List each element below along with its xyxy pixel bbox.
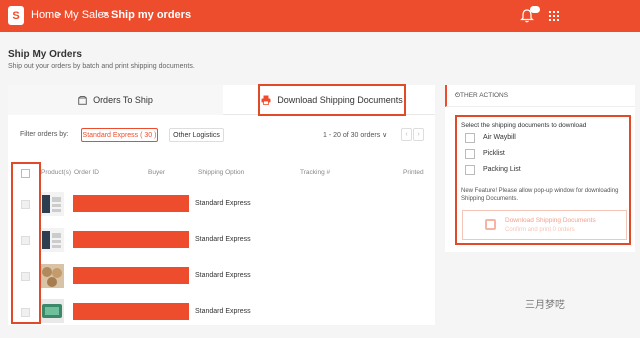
product-thumbnail [40,299,64,323]
redacted-order-info [73,267,189,284]
breadcrumb-separator: > [55,9,62,21]
filter-standard-express[interactable]: Standard Express ( 30 ) [81,128,158,142]
popup-notice: New Feature! Please allow pop-up window … [461,188,619,202]
redacted-order-info [73,231,189,248]
tab-label: Orders To Ship [93,95,153,105]
product-thumbnail [40,264,64,288]
filter-other-logistics[interactable]: Other Logistics [169,128,224,142]
printer-icon [485,219,496,230]
packing-list-label: Packing List [483,166,521,173]
filter-label: Filter orders by: [20,131,69,138]
tab-orders-to-ship[interactable]: Orders To Ship [8,85,223,115]
picklist-label: Picklist [483,150,505,157]
column-header: Tracking # [300,169,331,176]
column-header: Product(s) [41,169,71,176]
shipping-option: Standard Express [195,308,251,315]
page-title: Ship My Orders [8,49,82,60]
shipping-option: Standard Express [195,236,251,243]
breadcrumb-separator: > [102,9,109,21]
tab-download-shipping-documents[interactable]: Download Shipping Documents [258,84,406,116]
shopee-logo-icon[interactable]: S [8,6,24,25]
other-actions-title: OTHER ACTIONS [455,92,509,99]
watermark: 三月梦呓 [525,300,565,311]
redacted-order-info [73,303,189,320]
checkbox-column-highlight [11,162,41,324]
shipping-documents-box: Select the shipping documents to downloa… [455,115,631,245]
picklist-checkbox[interactable] [465,149,475,159]
apps-grid-icon[interactable] [549,11,559,21]
air-waybill-checkbox[interactable] [465,133,475,143]
column-header: Shipping Option [198,169,245,176]
notification-badge [530,6,540,13]
other-actions-panel: OTHER ACTIONS ^ Select the shipping docu… [445,85,635,252]
next-page-button[interactable]: › [413,128,424,141]
printer-icon [261,95,271,105]
page-subtitle: Ship out your orders by batch and print … [8,63,195,70]
documents-description: Select the shipping documents to downloa… [461,122,587,129]
air-waybill-label: Air Waybill [483,134,516,141]
column-header: Buyer [148,169,165,176]
breadcrumb-current: Ship my orders [111,9,192,21]
orders-card: Orders To Ship Download Shipping Documen… [8,84,435,325]
tab-label: Download Shipping Documents [277,95,403,105]
product-thumbnail [40,192,64,216]
column-header: Order ID [74,169,99,176]
chevron-up-icon: ^ [455,92,459,99]
product-thumbnail [40,228,64,252]
other-actions-header[interactable]: OTHER ACTIONS ^ [445,85,635,107]
top-bar: S Home > My Sales > Ship my orders [0,0,640,32]
table-header: Product(s) Order ID Buyer Shipping Optio… [8,165,435,183]
chevron-down-icon: ∨ [382,132,388,139]
download-shipping-documents-button[interactable]: Download Shipping Documents Confirm and … [462,210,627,240]
tabs: Orders To Ship Download Shipping Documen… [8,84,435,116]
packing-list-checkbox[interactable] [465,165,475,175]
prev-page-button[interactable]: ‹ [401,128,412,141]
download-button-label: Download Shipping Documents [505,217,596,224]
box-icon [78,95,87,105]
shipping-option: Standard Express [195,200,251,207]
column-header: Printed [403,169,424,176]
redacted-order-info [73,195,189,212]
shipping-option: Standard Express [195,272,251,279]
download-button-sublabel: Confirm and print 0 orders [505,227,575,233]
pagination-text[interactable]: 1 - 20 of 30 orders ∨ [323,131,387,139]
